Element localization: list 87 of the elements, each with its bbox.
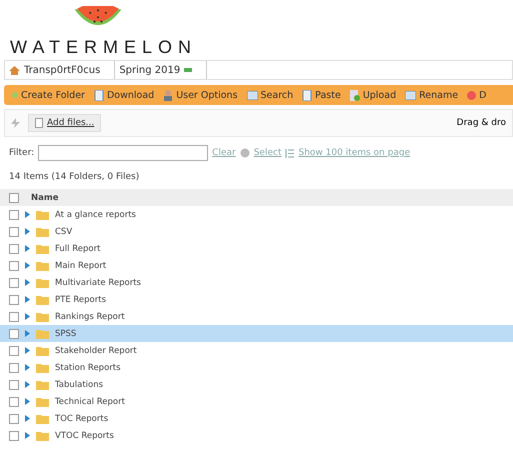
toolbar-button[interactable]: Upload (350, 90, 396, 100)
expand-arrow-icon[interactable] (25, 313, 30, 320)
expand-arrow-icon[interactable] (25, 211, 30, 218)
dot-icon (12, 92, 18, 98)
expand-arrow-icon[interactable] (25, 245, 30, 252)
checkbox[interactable] (9, 294, 19, 304)
folder-icon (36, 328, 49, 338)
expand-arrow-icon[interactable] (25, 432, 30, 439)
expand-arrow-icon[interactable] (25, 228, 30, 235)
expand-arrow-icon[interactable] (25, 415, 30, 422)
folder-icon (36, 244, 49, 254)
checkbox[interactable] (9, 414, 19, 424)
checkbox[interactable] (9, 430, 19, 440)
toolbar-button[interactable]: Rename (405, 90, 458, 100)
toolbar-button[interactable]: Create Folder (12, 90, 85, 100)
folder-icon (36, 226, 49, 236)
window-icon (246, 90, 258, 100)
checkbox[interactable] (9, 328, 19, 338)
folder-icon (36, 380, 49, 390)
checkbox[interactable] (9, 362, 19, 372)
checkbox[interactable] (9, 380, 19, 390)
folder-name: Main Report (55, 260, 106, 270)
logo-text: WATERMELON (10, 38, 198, 56)
document-icon (94, 90, 104, 100)
folder-name: Multivariate Reports (55, 278, 141, 288)
filter-field[interactable] (38, 145, 208, 161)
drop-hint: Drag & dro (456, 118, 506, 128)
toolbar-button[interactable]: D (467, 90, 486, 100)
folder-name: CSV (55, 226, 72, 236)
folder-icon (36, 312, 49, 322)
folder-icon (36, 260, 49, 270)
folder-name: Technical Report (55, 396, 125, 406)
upload-icon (350, 90, 360, 100)
expand-arrow-icon[interactable] (25, 364, 30, 371)
folder-row[interactable]: SPSS (0, 325, 513, 342)
toolbar-button[interactable]: Paste (302, 90, 341, 100)
folder-name: Full Report (55, 244, 100, 254)
expand-arrow-icon[interactable] (25, 398, 30, 405)
folder-name: Station Reports (55, 362, 121, 372)
expand-arrow-icon[interactable] (25, 296, 30, 303)
folder-icon (36, 430, 49, 440)
expand-arrow-icon[interactable] (25, 279, 30, 286)
folder-name: TOC Reports (55, 414, 108, 424)
document-icon (302, 90, 312, 100)
expand-arrow-icon[interactable] (25, 262, 30, 269)
folder-name: PTE Reports (55, 294, 106, 304)
checkbox[interactable] (9, 226, 19, 236)
toolbar-button[interactable]: Download (94, 90, 154, 100)
home-icon (9, 66, 20, 74)
toolbar-button[interactable]: Search (246, 90, 294, 100)
expand-arrow-icon[interactable] (25, 381, 30, 388)
folder-name: VTOC Reports (55, 430, 114, 440)
toolbar-button[interactable]: User Options (163, 90, 238, 100)
folder-name: Stakeholder Report (55, 346, 137, 356)
lightning-icon (11, 118, 20, 128)
checkbox[interactable] (9, 192, 19, 202)
window-icon (405, 90, 416, 100)
filter-label: Filter: (9, 148, 34, 158)
user-icon (163, 90, 174, 100)
delete-icon (467, 90, 476, 100)
breadcrumb-link[interactable]: Spring 2019 (115, 61, 208, 79)
folder-icon (36, 294, 49, 304)
list-icon (285, 148, 294, 158)
checkbox[interactable] (9, 260, 19, 270)
checkbox[interactable] (9, 244, 19, 254)
folder-icon (36, 396, 49, 406)
folder-icon (36, 362, 49, 372)
checkbox[interactable] (9, 396, 19, 406)
expand-arrow-icon[interactable] (25, 330, 30, 337)
name-column-header: Name (31, 192, 58, 202)
expand-arrow-icon[interactable] (25, 347, 30, 354)
folder-icon (36, 414, 49, 424)
item-summary: 14 Items (14 Folders, 0 Files) (9, 172, 140, 182)
checkbox[interactable] (9, 210, 19, 220)
checkbox[interactable] (9, 346, 19, 356)
folder-name: SPSS (55, 328, 76, 338)
folder-icon (36, 278, 49, 288)
checkbox[interactable] (9, 278, 19, 288)
folder-name: Tabulations (55, 380, 104, 390)
folder-name: Rankings Report (55, 312, 125, 322)
checkbox[interactable] (9, 312, 19, 322)
folder-icon (36, 210, 49, 220)
add-files-button[interactable]: Add files... (28, 114, 102, 132)
breadcrumb-link[interactable]: Transp0rtF0cus (5, 61, 116, 79)
folder-name: At a glance reports (55, 210, 136, 220)
document-icon (35, 118, 43, 128)
folder-icon (36, 346, 49, 356)
